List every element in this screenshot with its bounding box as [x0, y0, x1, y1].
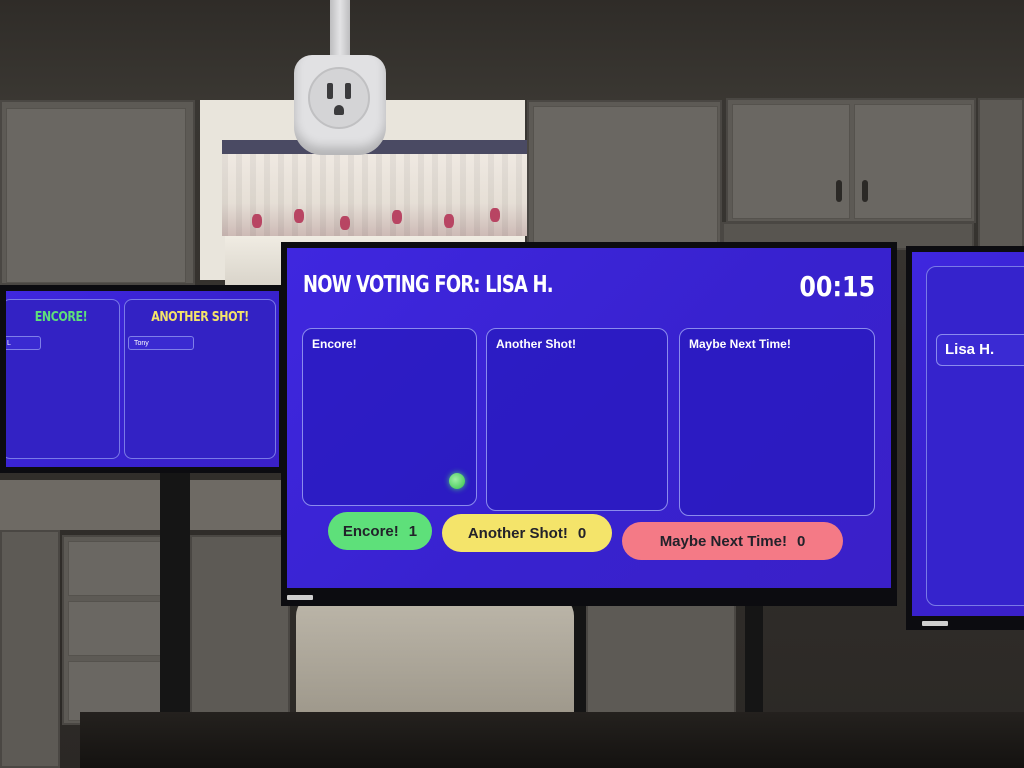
left-voter-chip: L: [6, 336, 41, 350]
upper-cabinet-right: [726, 98, 976, 223]
left-column-another-shot: ANOTHER SHOT! Tony: [124, 299, 276, 459]
tally-maybe-next-time-button[interactable]: Maybe Next Time! 0: [622, 522, 843, 560]
curtain-pattern: [444, 214, 454, 228]
cabinet-door: [732, 104, 850, 219]
cabinet-door: [854, 104, 972, 219]
smart-plug: [294, 55, 386, 155]
tally-count: 0: [577, 524, 587, 542]
cabinet-door: [6, 108, 186, 283]
curtain-pattern: [294, 209, 304, 223]
cabinet-handle: [862, 180, 868, 202]
valance-curtain: [222, 140, 527, 236]
monitor-brand-label: [287, 595, 313, 600]
cabinet-handle: [836, 180, 842, 202]
monitor-brand-label: [922, 621, 948, 626]
drawer-stack: [62, 535, 170, 725]
left-monitor: ENCORE! L ANOTHER SHOT! Tony: [0, 285, 285, 473]
center-screen: NOW VOTING FOR: LISA H. 00:15 Encore! An…: [287, 248, 891, 588]
outlet-ground: [334, 105, 344, 115]
power-cord: [330, 0, 350, 58]
tally-count: 1: [408, 522, 418, 540]
upper-cabinet-left: [0, 100, 195, 285]
left-column-title: ANOTHER SHOT!: [151, 310, 249, 325]
monitor-stand: [745, 600, 763, 715]
drawer: [68, 541, 166, 596]
upper-cabinet-middle: [527, 100, 722, 250]
upper-cabinet-far-right: [978, 98, 1024, 248]
outlet-face: [308, 67, 370, 129]
curtain-pattern: [252, 214, 262, 228]
left-column-encore: ENCORE! L: [6, 299, 120, 459]
right-screen: Lisa H.: [912, 252, 1024, 616]
drawer: [68, 601, 166, 656]
ceiling-wall: [0, 0, 1024, 100]
desk: [80, 712, 1024, 768]
column-title: Maybe Next Time!: [689, 337, 791, 351]
tally-another-shot-button[interactable]: Another Shot! 0: [442, 514, 612, 552]
photo-scene: ENCORE! L ANOTHER SHOT! Tony NOW VOTING …: [0, 0, 1024, 768]
column-encore: Encore!: [302, 328, 477, 506]
left-screen: ENCORE! L ANOTHER SHOT! Tony: [6, 291, 279, 467]
lower-cabinet-center: [190, 535, 290, 725]
office-chair: [296, 594, 574, 724]
curtain-pattern: [340, 216, 350, 230]
left-column-title: ENCORE!: [34, 310, 88, 325]
column-maybe-next-time: Maybe Next Time!: [679, 328, 875, 516]
countdown-timer: 00:15: [799, 270, 875, 303]
curtain-pattern: [490, 208, 500, 222]
outlet-slot: [327, 83, 333, 99]
monitor-stand: [160, 470, 190, 725]
right-column: [926, 266, 1024, 606]
curtain-pattern: [392, 210, 402, 224]
vote-token[interactable]: [449, 473, 465, 489]
outlet-slot: [345, 83, 351, 99]
tally-label: Maybe Next Time!: [659, 532, 787, 550]
tally-label: Encore!: [342, 522, 399, 540]
column-title: Another Shot!: [496, 337, 576, 351]
column-title: Encore!: [312, 337, 357, 351]
kitchen-counter: [0, 480, 290, 530]
tally-label: Another Shot!: [467, 524, 568, 542]
cabinet-door: [533, 106, 718, 248]
right-monitor: Lisa H.: [906, 246, 1024, 630]
column-another-shot: Another Shot!: [486, 328, 668, 511]
center-monitor: NOW VOTING FOR: LISA H. 00:15 Encore! An…: [281, 242, 897, 606]
left-voter-chip: Tony: [128, 336, 194, 350]
tally-encore-button[interactable]: Encore! 1: [328, 512, 432, 550]
lower-cabinet-right: [586, 600, 736, 715]
tally-count: 0: [796, 532, 806, 550]
right-voter-chip: Lisa H.: [936, 334, 1024, 366]
lower-cabinet-left: [0, 530, 60, 768]
voting-title: NOW VOTING FOR: LISA H.: [303, 272, 554, 298]
